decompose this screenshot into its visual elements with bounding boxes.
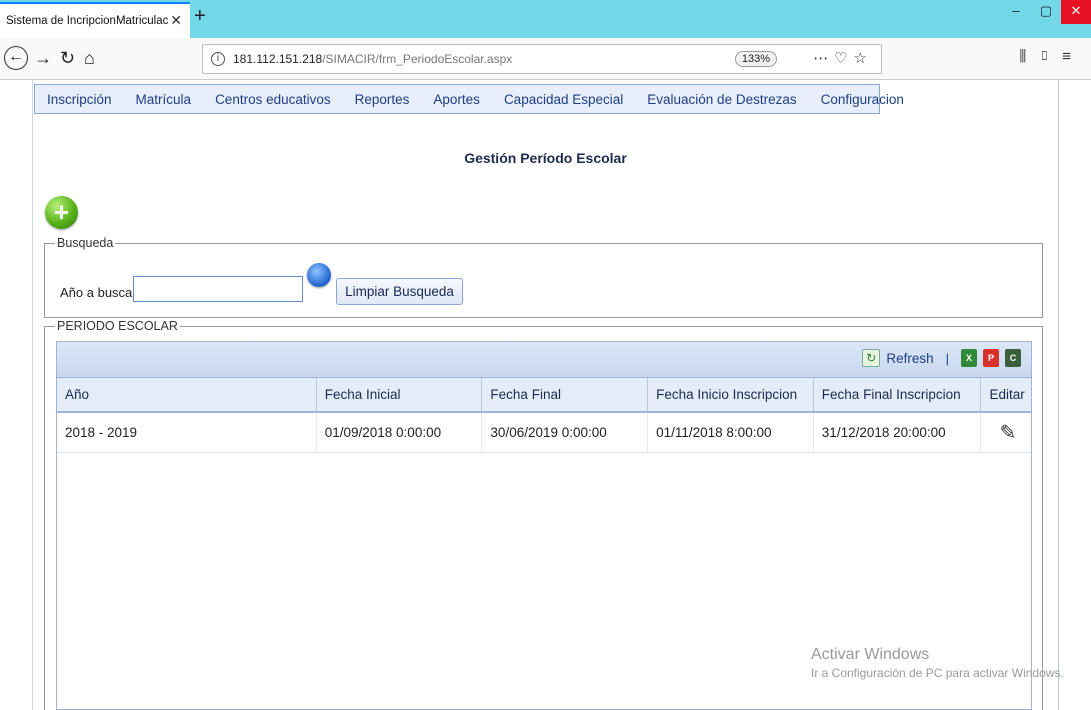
refresh-button[interactable]: Refresh <box>886 351 933 366</box>
info-icon[interactable]: i <box>211 52 225 66</box>
url-host: 181.112.151.218 <box>233 52 323 66</box>
cell-anio: 2018 - 2019 <box>57 412 317 453</box>
close-tab-icon[interactable]: ✕ <box>170 12 182 29</box>
close-window-button[interactable]: ✕ <box>1061 0 1091 24</box>
browser-tab-bar: Sistema de IncripcionMatriculación ✕ + –… <box>0 0 1091 38</box>
year-search-input[interactable] <box>133 276 303 302</box>
export-excel-icon[interactable]: X <box>961 349 977 367</box>
column-header-fecha-final-inscripcion[interactable]: Fecha Final Inscripcion <box>813 378 982 413</box>
page-title: Gestión Período Escolar <box>464 150 627 166</box>
search-icon[interactable] <box>307 263 331 287</box>
column-header-anio[interactable]: Año <box>57 378 317 413</box>
search-legend: Busqueda <box>57 236 114 250</box>
menu-item-reportes[interactable]: Reportes <box>343 92 422 107</box>
library-sidebar-menu-icons[interactable]: ⫼▯≡ <box>1019 48 1083 65</box>
page-border-left <box>32 80 33 710</box>
column-header-editar: Editar <box>980 378 1031 413</box>
search-label: Año a buscar <box>60 285 137 300</box>
cell-fecha-final-inscripcion: 31/12/2018 20:00:00 <box>813 412 982 453</box>
refresh-icon[interactable]: ↻ <box>862 349 881 367</box>
watermark-subtitle: Ir a Configuración de PC para activar Wi… <box>811 666 1064 680</box>
page-actions-icons[interactable]: ⋯♡☆ <box>813 49 873 67</box>
pencil-edit-icon[interactable]: ✎ <box>999 420 1016 445</box>
menu-item-capacidad-especial[interactable]: Capacidad Especial <box>492 92 635 107</box>
column-header-fecha-inicial[interactable]: Fecha Inicial <box>316 378 483 413</box>
url-path: /SIMACIR/frm_PeriodoEscolar.aspx <box>322 52 513 66</box>
forward-arrow-icon[interactable]: → <box>34 48 52 69</box>
menu-item-matricula[interactable]: Matrícula <box>124 92 204 107</box>
menu-item-aportes[interactable]: Aportes <box>421 92 492 107</box>
maximize-button[interactable]: ▢ <box>1031 0 1061 24</box>
zoom-level-badge[interactable]: 133% <box>734 51 777 67</box>
table-row: 2018 - 2019 01/09/2018 0:00:00 30/06/201… <box>57 412 1031 453</box>
menu-item-evaluacion-destrezas[interactable]: Evaluación de Destrezas <box>635 92 808 107</box>
add-period-button[interactable]: + <box>45 196 78 229</box>
menu-item-centros-educativos[interactable]: Centros educativos <box>203 92 343 107</box>
clear-search-button[interactable]: Limpiar Busqueda <box>336 278 463 305</box>
cell-fecha-inicio-inscripcion: 01/11/2018 8:00:00 <box>647 412 814 453</box>
column-header-fecha-final[interactable]: Fecha Final <box>481 378 649 413</box>
periodo-legend: PERIODO ESCOLAR <box>57 319 178 333</box>
minimize-button[interactable]: – <box>1001 0 1031 24</box>
back-arrow-icon[interactable]: ← <box>4 46 28 70</box>
windows-activation-watermark: Activar Windows Ir a Configuración de PC… <box>811 646 1064 680</box>
page-border-right <box>1058 80 1059 710</box>
browser-nav-bar: ← → ↻ ⌂ i 181.112.151.218/SIMACIR/frm_Pe… <box>0 38 1091 80</box>
home-icon[interactable]: ⌂ <box>84 48 95 69</box>
reload-icon[interactable]: ↻ <box>60 48 75 69</box>
new-tab-button[interactable]: + <box>194 5 206 28</box>
export-pdf-icon[interactable]: P <box>983 349 999 367</box>
toolbar-separator: | <box>945 350 949 366</box>
tab-title: Sistema de IncripcionMatriculación <box>6 15 168 27</box>
menu-item-configuracion[interactable]: Configuracion <box>809 92 916 107</box>
table-header-row: Año Fecha Inicial Fecha Final Fecha Inic… <box>57 378 1031 413</box>
browser-tab[interactable]: Sistema de IncripcionMatriculación ✕ <box>0 2 190 38</box>
menu-item-inscripcion[interactable]: Inscripción <box>35 92 124 107</box>
plus-icon: + <box>53 197 70 227</box>
export-csv-icon[interactable]: C <box>1005 349 1021 367</box>
column-header-fecha-inicio-inscripcion[interactable]: Fecha Inicio Inscripcion <box>647 378 814 413</box>
cell-fecha-inicial: 01/09/2018 0:00:00 <box>316 412 483 453</box>
cell-fecha-final: 30/06/2019 0:00:00 <box>481 412 649 453</box>
cell-editar: ✎ <box>980 412 1031 453</box>
main-menu: Inscripción Matrícula Centros educativos… <box>34 84 904 114</box>
grid-toolbar: ↻ Refresh | X P C <box>57 342 1031 378</box>
periodo-table: Año Fecha Inicial Fecha Final Fecha Inic… <box>57 378 1031 453</box>
watermark-title: Activar Windows <box>811 646 930 663</box>
url-bar[interactable]: i 181.112.151.218/SIMACIR/frm_PeriodoEsc… <box>202 44 882 74</box>
